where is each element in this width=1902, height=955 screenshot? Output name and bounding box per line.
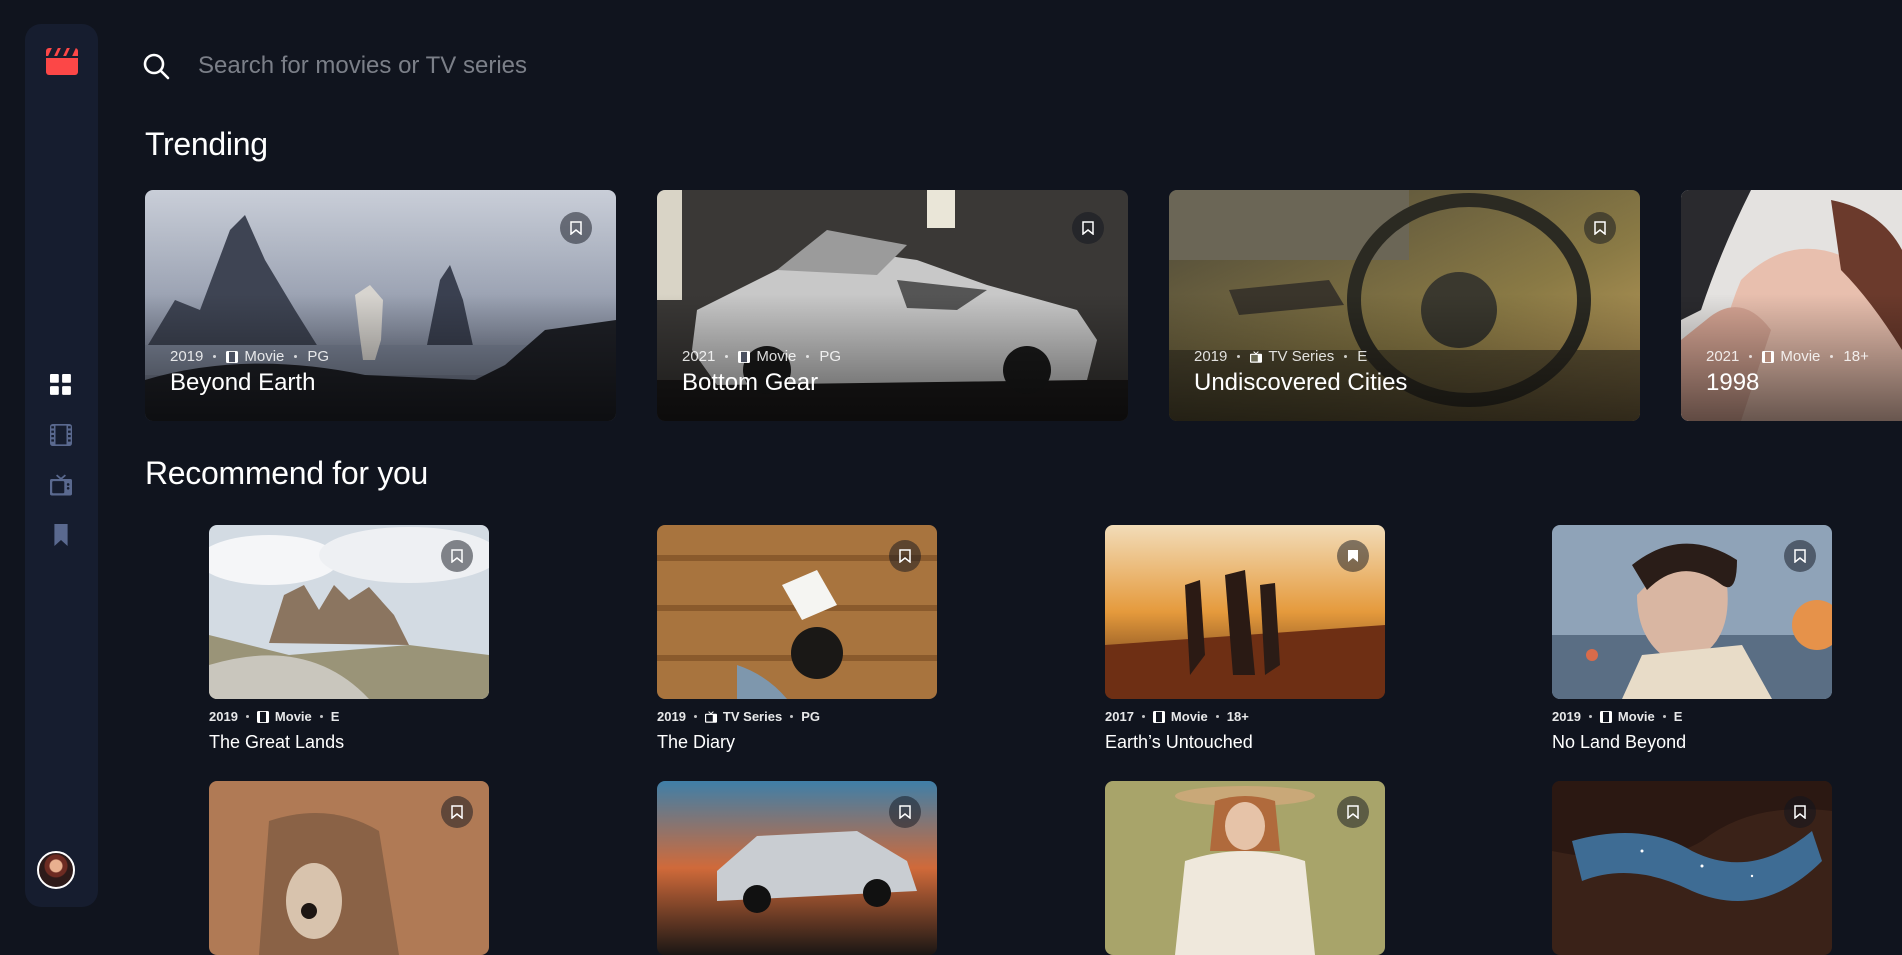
card-meta: 2019 Movie E xyxy=(209,709,489,724)
card-rating: 18+ xyxy=(1226,709,1249,724)
card-rating: E xyxy=(1357,348,1368,365)
trending-card[interactable]: 2019 Movie PG Beyond Earth xyxy=(145,190,616,421)
recommended-card[interactable]: 2017 Movie 18+ Earth’s Untouched xyxy=(1105,525,1385,753)
search-input[interactable] xyxy=(196,51,796,81)
card-category: Movie xyxy=(1170,709,1208,724)
recommended-card[interactable] xyxy=(1552,781,1832,955)
card-meta: 2017 Movie 18+ xyxy=(1105,709,1385,724)
recommended-card[interactable]: 2019 Movie E No Land Beyond xyxy=(1552,525,1832,753)
recommended-card[interactable]: 2019 TV Series PG The Diary xyxy=(657,525,937,753)
movie-category-icon xyxy=(1152,710,1165,723)
bookmark-button[interactable] xyxy=(1337,796,1369,828)
card-year: 2019 xyxy=(1552,709,1581,724)
bookmark-button[interactable] xyxy=(889,540,921,572)
logo-icon[interactable] xyxy=(46,48,78,75)
card-year: 2017 xyxy=(1105,709,1134,724)
bookmark-empty-icon xyxy=(1082,221,1094,235)
trending-card[interactable]: 2019 TV Series E Undiscovered Cities xyxy=(1169,190,1640,421)
card-title: Undiscovered Cities xyxy=(1194,369,1408,396)
card-year: 2019 xyxy=(170,348,204,365)
bookmark-button[interactable] xyxy=(1584,212,1616,244)
tv-series-icon[interactable] xyxy=(50,474,72,496)
recommended-card[interactable]: 2019 Movie E The Great Lands xyxy=(209,525,489,753)
card-meta: 2019 Movie PG xyxy=(170,348,329,365)
bookmark-empty-icon xyxy=(899,805,911,819)
card-meta: 2019 TV Series E xyxy=(1194,348,1367,365)
movie-category-icon xyxy=(738,350,751,363)
card-year: 2019 xyxy=(1194,348,1228,365)
bookmark-button[interactable] xyxy=(1072,212,1104,244)
bookmark-button[interactable] xyxy=(1784,540,1816,572)
bookmark-empty-icon xyxy=(1794,549,1806,563)
home-icon[interactable] xyxy=(50,374,72,396)
movie-category-icon xyxy=(226,350,239,363)
search-bar xyxy=(142,50,842,82)
card-rating: PG xyxy=(307,348,330,365)
bookmark-button[interactable] xyxy=(560,212,592,244)
card-meta: 2019 Movie E xyxy=(1552,709,1832,724)
bookmark-empty-icon xyxy=(1347,805,1359,819)
tv-category-icon xyxy=(1250,350,1263,363)
card-rating: E xyxy=(1673,709,1683,724)
section-title-trending: Trending xyxy=(145,126,268,162)
card-meta: 2019 TV Series PG xyxy=(657,709,937,724)
card-category: Movie xyxy=(756,348,797,365)
card-rating: E xyxy=(330,709,340,724)
bookmark-empty-icon xyxy=(570,221,582,235)
bookmark-button[interactable] xyxy=(441,540,473,572)
card-rating: PG xyxy=(819,348,842,365)
bookmark-empty-icon xyxy=(1594,221,1606,235)
bookmark-empty-icon xyxy=(451,549,463,563)
bookmark-button[interactable] xyxy=(441,796,473,828)
tv-category-icon xyxy=(704,710,717,723)
bookmark-filled-icon xyxy=(1348,550,1358,562)
card-year: 2019 xyxy=(657,709,686,724)
bookmark-button[interactable] xyxy=(1784,796,1816,828)
recommended-card[interactable] xyxy=(1105,781,1385,955)
card-category: Movie xyxy=(1780,348,1821,365)
card-title: The Great Lands xyxy=(209,732,345,752)
movies-icon[interactable] xyxy=(50,424,72,446)
card-title: The Diary xyxy=(657,732,736,752)
card-year: 2021 xyxy=(682,348,716,365)
card-year: 2021 xyxy=(1706,348,1740,365)
card-meta: 2021 Movie PG xyxy=(682,348,841,365)
bookmark-button[interactable] xyxy=(1337,540,1369,572)
card-rating: 18+ xyxy=(1843,348,1869,365)
bookmark-empty-icon xyxy=(1794,805,1806,819)
card-category: TV Series xyxy=(1268,348,1335,365)
recommended-card[interactable] xyxy=(657,781,937,955)
sidebar xyxy=(25,24,98,907)
movie-category-icon xyxy=(1599,710,1612,723)
trending-card[interactable]: 2021 Movie 18+ 1998 xyxy=(1681,190,1902,421)
card-category: TV Series xyxy=(722,709,783,724)
search-icon xyxy=(143,53,170,80)
card-title: 1998 xyxy=(1706,369,1760,396)
card-title: Beyond Earth xyxy=(170,369,316,396)
section-title-recommended: Recommend for you xyxy=(145,455,429,491)
card-category: Movie xyxy=(244,348,285,365)
bookmark-button[interactable] xyxy=(889,796,921,828)
card-title: No Land Beyond xyxy=(1552,732,1687,752)
card-title: Earth’s Untouched xyxy=(1105,732,1253,752)
card-year: 2019 xyxy=(209,709,238,724)
recommended-card[interactable] xyxy=(209,781,489,955)
bookmark-icon[interactable] xyxy=(50,524,72,546)
card-meta: 2021 Movie 18+ xyxy=(1706,348,1869,365)
movie-category-icon xyxy=(1762,350,1775,363)
card-rating: PG xyxy=(801,709,820,724)
card-title: Bottom Gear xyxy=(682,369,819,396)
avatar[interactable] xyxy=(37,851,75,889)
card-category: Movie xyxy=(1617,709,1655,724)
movie-category-icon xyxy=(256,710,269,723)
bookmark-empty-icon xyxy=(451,805,463,819)
bookmark-empty-icon xyxy=(899,549,911,563)
trending-card[interactable]: 2021 Movie PG Bottom Gear xyxy=(657,190,1128,421)
card-category: Movie xyxy=(274,709,312,724)
